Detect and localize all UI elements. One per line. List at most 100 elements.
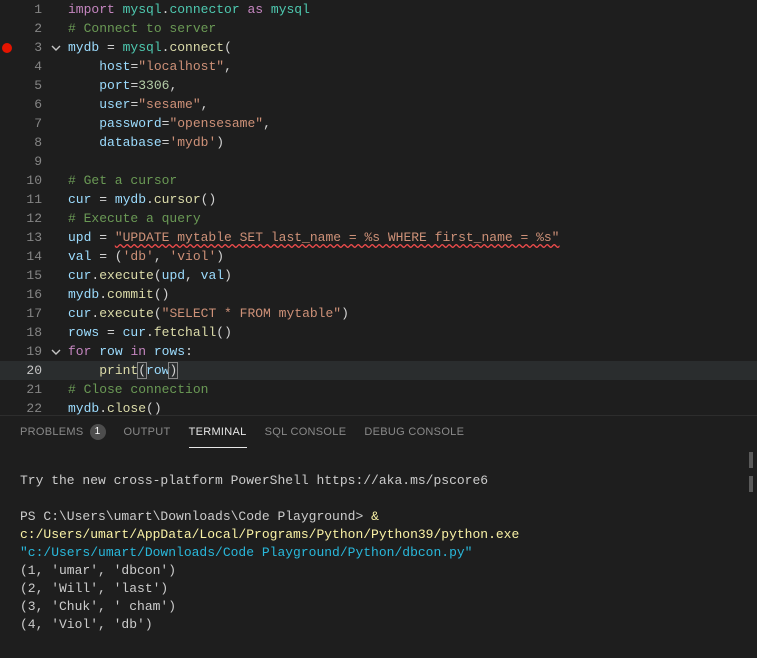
fold-gutter[interactable] (48, 342, 64, 361)
fold-gutter[interactable] (48, 228, 64, 247)
fold-gutter[interactable] (48, 266, 64, 285)
breakpoint-gutter[interactable] (0, 399, 14, 415)
breakpoint-gutter[interactable] (0, 247, 14, 266)
code-line[interactable]: 11 cur = mydb.cursor() (0, 190, 757, 209)
code-line[interactable]: 13 upd = "UPDATE mytable SET last_name =… (0, 228, 757, 247)
code-content[interactable]: cur.execute("SELECT * FROM mytable") (64, 304, 349, 323)
breakpoint-gutter[interactable] (0, 342, 14, 361)
code-line[interactable]: 16 mydb.commit() (0, 285, 757, 304)
code-content[interactable]: password="opensesame", (64, 114, 271, 133)
breakpoint-gutter[interactable] (0, 114, 14, 133)
breakpoint-gutter[interactable] (0, 171, 14, 190)
code-content[interactable]: mydb.close() (64, 399, 162, 415)
fold-gutter[interactable] (48, 171, 64, 190)
fold-gutter[interactable] (48, 114, 64, 133)
chevron-down-icon[interactable] (51, 43, 61, 53)
code-line[interactable]: 1 import mysql.connector as mysql (0, 0, 757, 19)
tab-sql-console[interactable]: SQL CONSOLE (265, 416, 347, 448)
breakpoint-gutter[interactable] (0, 190, 14, 209)
tab-output[interactable]: OUTPUT (124, 416, 171, 448)
fold-gutter[interactable] (48, 57, 64, 76)
code-line[interactable]: 15 cur.execute(upd, val) (0, 266, 757, 285)
code-content[interactable]: # Connect to server (64, 19, 216, 38)
breakpoint-icon[interactable] (2, 43, 12, 53)
code-line[interactable]: 17 cur.execute("SELECT * FROM mytable") (0, 304, 757, 323)
code-line[interactable]: 5 port=3306, (0, 76, 757, 95)
fold-gutter[interactable] (48, 133, 64, 152)
breakpoint-gutter[interactable] (0, 209, 14, 228)
code-content[interactable]: rows = cur.fetchall() (64, 323, 232, 342)
fold-gutter[interactable] (48, 399, 64, 415)
breakpoint-gutter[interactable] (0, 361, 14, 380)
code-content[interactable]: # Close connection (64, 380, 208, 399)
code-content[interactable]: for row in rows: (64, 342, 193, 361)
breakpoint-gutter[interactable] (0, 285, 14, 304)
fold-gutter[interactable] (48, 304, 64, 323)
fold-gutter[interactable] (48, 38, 64, 57)
code-content[interactable]: port=3306, (64, 76, 177, 95)
code-editor[interactable]: 1 import mysql.connector as mysql 2 # Co… (0, 0, 757, 415)
breakpoint-gutter[interactable] (0, 19, 14, 38)
fold-gutter[interactable] (48, 76, 64, 95)
code-line[interactable]: 20 print(row) (0, 361, 757, 380)
fold-gutter[interactable] (48, 152, 64, 171)
tab-terminal[interactable]: TERMINAL (189, 416, 247, 448)
code-content[interactable]: database='mydb') (64, 133, 224, 152)
fold-gutter[interactable] (48, 209, 64, 228)
fold-gutter[interactable] (48, 247, 64, 266)
fold-gutter[interactable] (48, 0, 64, 19)
tab-debug-console[interactable]: DEBUG CONSOLE (364, 416, 464, 448)
breakpoint-gutter[interactable] (0, 304, 14, 323)
code-line[interactable]: 18 rows = cur.fetchall() (0, 323, 757, 342)
code-line[interactable]: 10 # Get a cursor (0, 171, 757, 190)
code-line[interactable]: 21 # Close connection (0, 380, 757, 399)
code-line[interactable]: 14 val = ('db', 'viol') (0, 247, 757, 266)
code-content[interactable]: mydb.commit() (64, 285, 169, 304)
fold-gutter[interactable] (48, 285, 64, 304)
code-line[interactable]: 2 # Connect to server (0, 19, 757, 38)
code-content[interactable]: host="localhost", (64, 57, 232, 76)
code-content[interactable]: # Execute a query (64, 209, 201, 228)
code-line[interactable]: 9 (0, 152, 757, 171)
code-line[interactable]: 22 mydb.close() (0, 399, 757, 415)
breakpoint-gutter[interactable] (0, 228, 14, 247)
code-content[interactable]: cur.execute(upd, val) (64, 266, 232, 285)
breakpoint-gutter[interactable] (0, 38, 14, 57)
breakpoint-gutter[interactable] (0, 323, 14, 342)
fold-gutter[interactable] (48, 190, 64, 209)
code-content[interactable]: import mysql.connector as mysql (64, 0, 310, 19)
fold-gutter[interactable] (48, 361, 64, 380)
panel-icon[interactable] (749, 476, 753, 492)
fold-gutter[interactable] (48, 19, 64, 38)
code-line[interactable]: 8 database='mydb') (0, 133, 757, 152)
code-content[interactable]: upd = "UPDATE mytable SET last_name = %s… (64, 228, 560, 247)
code-content[interactable]: # Get a cursor (64, 171, 177, 190)
code-content[interactable]: mydb = mysql.connect( (64, 38, 232, 57)
fold-gutter[interactable] (48, 380, 64, 399)
breakpoint-gutter[interactable] (0, 133, 14, 152)
code-line[interactable]: 7 password="opensesame", (0, 114, 757, 133)
code-content[interactable] (64, 152, 68, 171)
panel-icon[interactable] (749, 452, 753, 468)
code-line[interactable]: 3 mydb = mysql.connect( (0, 38, 757, 57)
tab-problems[interactable]: PROBLEMS 1 (20, 416, 106, 448)
chevron-down-icon[interactable] (51, 347, 61, 357)
breakpoint-gutter[interactable] (0, 380, 14, 399)
code-content[interactable]: user="sesame", (64, 95, 208, 114)
breakpoint-gutter[interactable] (0, 266, 14, 285)
fold-gutter[interactable] (48, 323, 64, 342)
breakpoint-gutter[interactable] (0, 76, 14, 95)
breakpoint-gutter[interactable] (0, 152, 14, 171)
breakpoint-gutter[interactable] (0, 0, 14, 19)
code-line[interactable]: 19 for row in rows: (0, 342, 757, 361)
breakpoint-gutter[interactable] (0, 57, 14, 76)
code-content[interactable]: print(row) (64, 361, 177, 380)
code-content[interactable]: val = ('db', 'viol') (64, 247, 224, 266)
code-line[interactable]: 6 user="sesame", (0, 95, 757, 114)
fold-gutter[interactable] (48, 95, 64, 114)
terminal-output[interactable]: Try the new cross-platform PowerShell ht… (0, 448, 757, 658)
code-line[interactable]: 4 host="localhost", (0, 57, 757, 76)
code-line[interactable]: 12 # Execute a query (0, 209, 757, 228)
code-content[interactable]: cur = mydb.cursor() (64, 190, 216, 209)
breakpoint-gutter[interactable] (0, 95, 14, 114)
